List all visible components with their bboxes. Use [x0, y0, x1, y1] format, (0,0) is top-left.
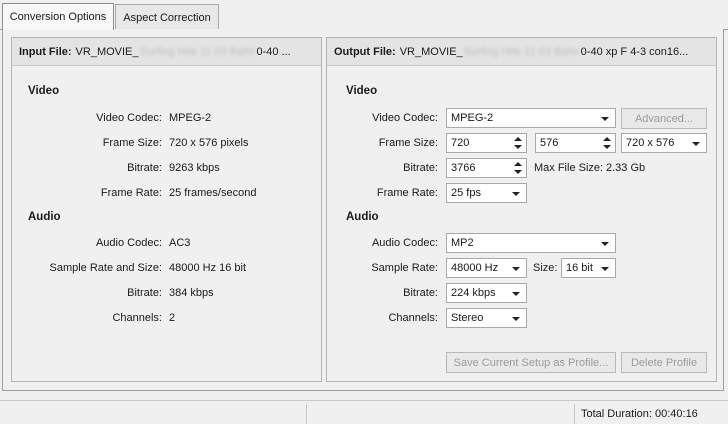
frame-rate-selected: 25 fps: [451, 187, 481, 199]
sample-rate-dropdown[interactable]: 48000 Hz: [446, 258, 527, 278]
tab-label: Conversion Options: [9, 11, 107, 23]
input-sample-rate-value: 48000 Hz 16 bit: [169, 262, 247, 274]
input-audio-codec-value: AC3: [169, 237, 191, 249]
delete-profile-label: Delete Profile: [630, 356, 698, 369]
frame-rate-dropdown[interactable]: 25 fps: [446, 183, 527, 203]
chevron-down-icon: [512, 192, 520, 196]
output-video-codec-label: Video Codec:: [372, 112, 438, 124]
input-bitrate-value: 9263 kbps: [169, 162, 220, 174]
frame-width-value: 720: [451, 137, 470, 149]
output-audio-codec-label: Audio Codec:: [371, 237, 438, 249]
chevron-down-icon: [512, 317, 520, 321]
max-file-size-value: 2.33 Gb: [606, 162, 646, 174]
sample-size-label: Size:: [533, 262, 558, 274]
input-filename-redacted: Surfing Hite 11 03 Bahn: [139, 45, 256, 58]
input-filename-suffix: 0-40 ...: [256, 45, 291, 58]
audio-bitrate-dropdown[interactable]: 224 kbps: [446, 283, 527, 303]
sample-rate-selected: 48000 Hz: [451, 262, 499, 274]
tab-bar: Conversion Options Aspect Correction: [0, 0, 728, 30]
chevron-down-icon: [601, 117, 609, 121]
audio-codec-selected: MP2: [451, 237, 474, 249]
chevron-down-icon: [512, 267, 520, 271]
chevron-down-icon: [601, 242, 609, 246]
output-frame-rate-label: Frame Rate:: [376, 187, 438, 199]
input-frame-size-value: 720 x 576 pixels: [169, 137, 249, 149]
input-file-title: Input File:: [19, 45, 72, 58]
chevron-down-icon: [601, 267, 609, 271]
output-sample-rate-label: Sample Rate:: [371, 262, 438, 274]
tab-aspect-correction[interactable]: Aspect Correction: [115, 4, 219, 30]
save-profile-label: Save Current Setup as Profile...: [453, 356, 609, 369]
output-file-header: Output File: VR_MOVIE_ Surfing Hite 11 03…: [327, 38, 716, 66]
status-bar: Total Duration: 00:40:16: [0, 400, 728, 424]
audio-codec-dropdown[interactable]: MP2: [446, 233, 616, 253]
bitrate-stepper[interactable]: 3766: [446, 158, 527, 178]
tab-conversion-options[interactable]: Conversion Options: [2, 3, 114, 30]
input-video-codec-value: MPEG-2: [169, 112, 212, 124]
input-audio-bitrate-label: Bitrate:: [127, 287, 162, 299]
output-filename-suffix: 0-40 xp F 4-3 con16...: [580, 45, 689, 58]
sample-size-selected: 16 bit: [566, 262, 593, 274]
input-file-header: Input File: VR_MOVIE_ Surfing Hite 11 03 …: [12, 38, 321, 66]
conversion-options-page: Input File: VR_MOVIE_ Surfing Hite 11 03 …: [2, 29, 724, 391]
max-file-size-label: Max File Size:: [534, 162, 604, 174]
spin-arrows-icon[interactable]: [513, 161, 523, 175]
total-duration: Total Duration: 00:40:16: [574, 404, 728, 424]
output-file-title: Output File:: [334, 45, 396, 58]
output-video-heading: Video: [346, 85, 378, 97]
frame-size-preset-dropdown[interactable]: 720 x 576: [621, 133, 707, 153]
chevron-down-icon: [692, 142, 700, 146]
frame-height-value: 576: [540, 137, 559, 149]
output-channels-label: Channels:: [388, 312, 438, 324]
spin-arrows-icon[interactable]: [602, 136, 612, 150]
output-audio-heading: Audio: [346, 211, 379, 223]
tab-label: Aspect Correction: [123, 11, 211, 24]
output-filename-prefix: VR_MOVIE_: [399, 45, 463, 58]
video-codec-selected: MPEG-2: [451, 112, 494, 124]
input-bitrate-label: Bitrate:: [127, 162, 162, 174]
save-profile-button[interactable]: Save Current Setup as Profile...: [446, 352, 616, 373]
input-audio-bitrate-value: 384 kbps: [169, 287, 214, 299]
input-frame-size-label: Frame Size:: [102, 137, 162, 149]
output-filename-redacted: Surfing Hite 11 03 Bahn: [463, 45, 580, 58]
input-video-heading: Video: [28, 85, 60, 97]
input-filename-prefix: VR_MOVIE_: [75, 45, 139, 58]
spin-arrows-icon[interactable]: [513, 136, 523, 150]
output-audio-bitrate-label: Bitrate:: [403, 287, 438, 299]
bitrate-value: 3766: [451, 162, 476, 174]
status-cell-empty: [306, 404, 574, 424]
input-sample-rate-label: Sample Rate and Size:: [49, 262, 162, 274]
chevron-down-icon: [512, 292, 520, 296]
video-codec-dropdown[interactable]: MPEG-2: [446, 108, 616, 128]
output-bitrate-label: Bitrate:: [403, 162, 438, 174]
frame-width-stepper[interactable]: 720: [446, 133, 527, 153]
channels-dropdown[interactable]: Stereo: [446, 308, 527, 328]
input-video-codec-label: Video Codec:: [96, 112, 162, 124]
channels-selected: Stereo: [451, 312, 484, 324]
input-audio-codec-label: Audio Codec:: [95, 237, 162, 249]
output-frame-size-label: Frame Size:: [378, 137, 438, 149]
input-file-panel: Input File: VR_MOVIE_ Surfing Hite 11 03 …: [11, 37, 322, 382]
frame-size-preset-selected: 720 x 576: [626, 137, 675, 149]
advanced-button-label: Advanced...: [634, 112, 694, 125]
frame-height-stepper[interactable]: 576: [535, 133, 616, 153]
delete-profile-button[interactable]: Delete Profile: [621, 352, 707, 373]
advanced-button[interactable]: Advanced...: [621, 108, 707, 129]
audio-bitrate-selected: 224 kbps: [451, 287, 496, 299]
input-channels-value: 2: [169, 312, 176, 324]
input-frame-rate-value: 25 frames/second: [169, 187, 257, 199]
input-frame-rate-label: Frame Rate:: [100, 187, 162, 199]
output-file-panel: Output File: VR_MOVIE_ Surfing Hite 11 03…: [326, 37, 717, 382]
sample-size-dropdown[interactable]: 16 bit: [561, 258, 616, 278]
input-audio-heading: Audio: [28, 211, 61, 223]
input-channels-label: Channels:: [112, 312, 162, 324]
